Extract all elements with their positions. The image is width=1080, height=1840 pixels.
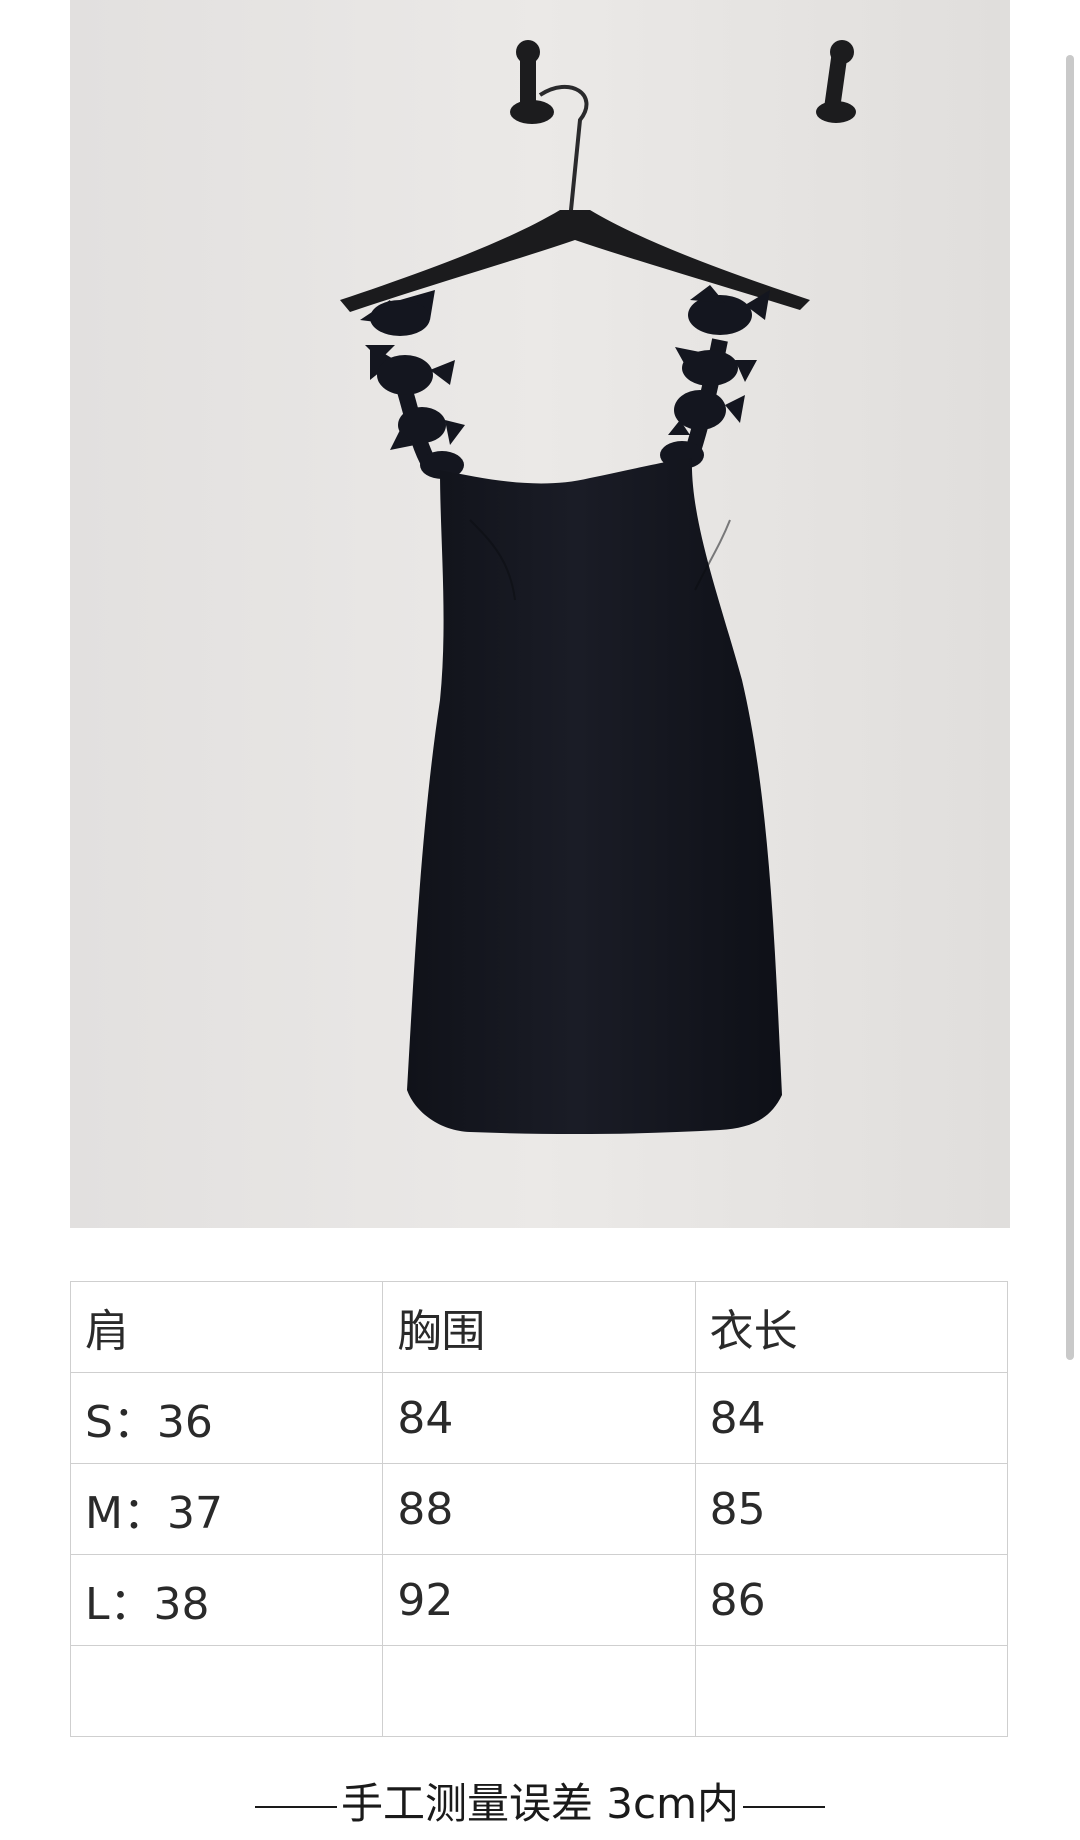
header-cell-shoulder: 肩 xyxy=(69,1281,384,1373)
table-row-empty xyxy=(69,1645,1009,1737)
table-cell: L：38 xyxy=(69,1554,384,1646)
table-cell: 84 xyxy=(382,1372,696,1464)
table-cell xyxy=(382,1645,696,1737)
measurement-note: 手工测量误差 3cm内 xyxy=(0,1770,1080,1831)
header-cell-bust: 胸围 xyxy=(382,1281,696,1373)
table-row: L：38 92 86 xyxy=(69,1554,1009,1646)
table-cell: 84 xyxy=(694,1372,1009,1464)
dash-left xyxy=(254,1805,337,1808)
table-cell: M：37 xyxy=(69,1463,384,1555)
header-cell-length: 衣长 xyxy=(694,1281,1009,1373)
dress-image xyxy=(70,0,1010,1228)
dash-right xyxy=(743,1805,826,1808)
table-cell: 88 xyxy=(382,1463,696,1555)
scrollbar[interactable] xyxy=(1066,55,1074,1360)
size-table: 肩 胸围 衣长 S：36 84 84 M：37 88 85 L：38 92 86 xyxy=(69,1281,1009,1737)
measurement-note-text: 手工测量误差 3cm内 xyxy=(340,1779,740,1828)
table-cell: 92 xyxy=(382,1554,696,1646)
table-header-row: 肩 胸围 衣长 xyxy=(69,1281,1009,1373)
table-row: M：37 88 85 xyxy=(69,1463,1009,1555)
table-cell xyxy=(694,1645,1009,1737)
table-cell: S：36 xyxy=(69,1372,384,1464)
product-photo xyxy=(70,0,1010,1228)
table-row: S：36 84 84 xyxy=(69,1372,1009,1464)
table-cell: 86 xyxy=(694,1554,1009,1646)
table-cell xyxy=(69,1645,384,1737)
table-cell: 85 xyxy=(694,1463,1009,1555)
